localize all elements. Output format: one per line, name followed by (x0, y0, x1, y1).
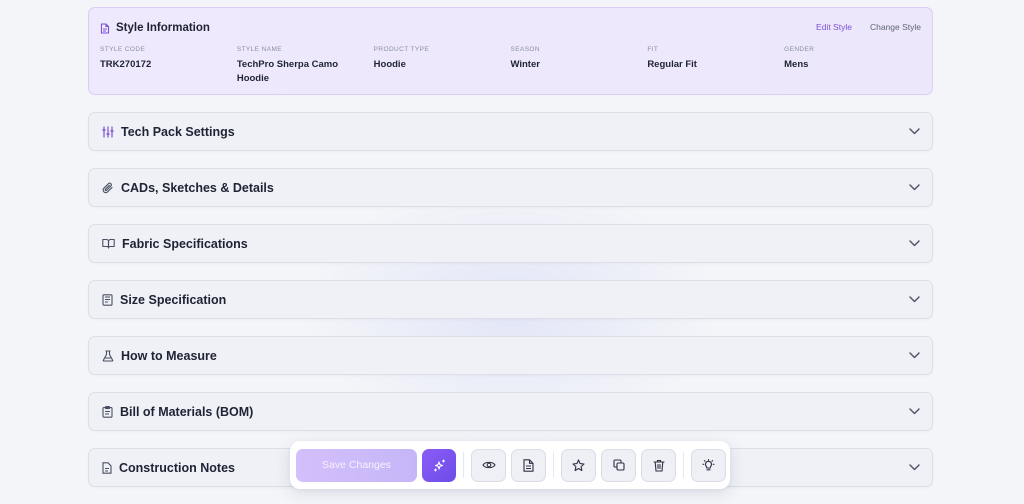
toolbar-divider (463, 452, 464, 478)
ai-assist-button[interactable] (422, 448, 456, 482)
field-value: Hoodie (373, 59, 406, 70)
sparkles-icon (433, 458, 446, 472)
section-cads-sketches-details[interactable]: CADs, Sketches & Details (88, 168, 933, 207)
section-tech-pack-settings[interactable]: Tech Pack Settings (88, 112, 933, 151)
field-label: GENDER (784, 46, 815, 53)
flask-icon (102, 349, 114, 362)
section-fabric-specifications[interactable]: Fabric Specifications (88, 224, 933, 263)
file-text-icon (523, 458, 534, 472)
field-value: Winter (510, 59, 540, 70)
clipboard-icon (102, 405, 113, 418)
document-icon (100, 22, 110, 34)
section-title: CADs, Sketches & Details (121, 180, 274, 195)
section-size-specification[interactable]: Size Specification (88, 280, 933, 319)
field-product-type: PRODUCT TYPE Hoodie (374, 46, 511, 86)
toolbar-divider (553, 452, 554, 478)
main-content: Style Information Edit Style Change Styl… (88, 7, 933, 487)
trash-icon (652, 459, 665, 472)
style-information-card: Style Information Edit Style Change Styl… (88, 7, 933, 95)
tips-button[interactable] (691, 448, 726, 482)
export-document-button[interactable] (511, 448, 546, 482)
style-fields: STYLE CODE TRK270172 STYLE NAME TechPro … (100, 46, 921, 86)
preview-button[interactable] (471, 448, 506, 482)
book-open-icon (102, 238, 115, 249)
paperclip-icon (102, 182, 114, 194)
chevron-down-icon (909, 240, 920, 247)
document-icon (102, 461, 112, 474)
field-value: TechPro Sherpa Camo Hoodie (236, 59, 339, 84)
section-title: How to Measure (121, 348, 217, 363)
edit-style-link[interactable]: Edit Style (816, 22, 852, 32)
ruler-sheet-icon (102, 293, 113, 306)
favorite-button[interactable] (561, 448, 596, 482)
field-label: SEASON (510, 46, 540, 53)
sliders-icon (102, 125, 114, 138)
field-label: PRODUCT TYPE (373, 46, 430, 53)
chevron-down-icon (909, 296, 920, 303)
section-bill-of-materials[interactable]: Bill of Materials (BOM) (88, 392, 933, 431)
style-card-title: Style Information (116, 22, 210, 34)
field-style-code: STYLE CODE TRK270172 (100, 46, 237, 86)
chevron-down-icon (909, 128, 920, 135)
page: Style Information Edit Style Change Styl… (0, 0, 1024, 504)
field-label: STYLE NAME (236, 46, 283, 53)
delete-button[interactable] (641, 448, 676, 482)
field-label: FIT (647, 46, 659, 53)
style-card-header: Style Information (100, 20, 921, 36)
lightbulb-icon (702, 458, 715, 472)
field-season: SEASON Winter (510, 46, 647, 86)
field-fit: FIT Regular Fit (647, 46, 784, 86)
eye-icon (481, 460, 496, 470)
style-card-actions: Edit Style Change Style (816, 22, 921, 32)
copy-icon (612, 459, 625, 471)
field-gender: GENDER Mens (784, 46, 921, 86)
toolbar-divider (683, 452, 684, 478)
field-label: STYLE CODE (100, 46, 146, 53)
field-value: Mens (784, 59, 809, 70)
chevron-down-icon (909, 352, 920, 359)
save-changes-button[interactable]: Save Changes (296, 448, 417, 482)
star-icon (572, 458, 585, 472)
field-style-name: STYLE NAME TechPro Sherpa Camo Hoodie (237, 46, 374, 86)
duplicate-button[interactable] (601, 448, 636, 482)
section-title: Fabric Specifications (122, 236, 248, 251)
field-value: TRK270172 (100, 59, 152, 70)
field-value: Regular Fit (647, 59, 697, 70)
section-title: Size Specification (120, 292, 227, 307)
section-title: Tech Pack Settings (121, 124, 235, 139)
chevron-down-icon (909, 464, 920, 471)
floating-action-toolbar: Save Changes (290, 441, 730, 489)
section-title: Bill of Materials (BOM) (120, 404, 254, 419)
chevron-down-icon (909, 184, 920, 191)
section-how-to-measure[interactable]: How to Measure (88, 336, 933, 375)
change-style-link[interactable]: Change Style (870, 22, 921, 32)
chevron-down-icon (909, 408, 920, 415)
